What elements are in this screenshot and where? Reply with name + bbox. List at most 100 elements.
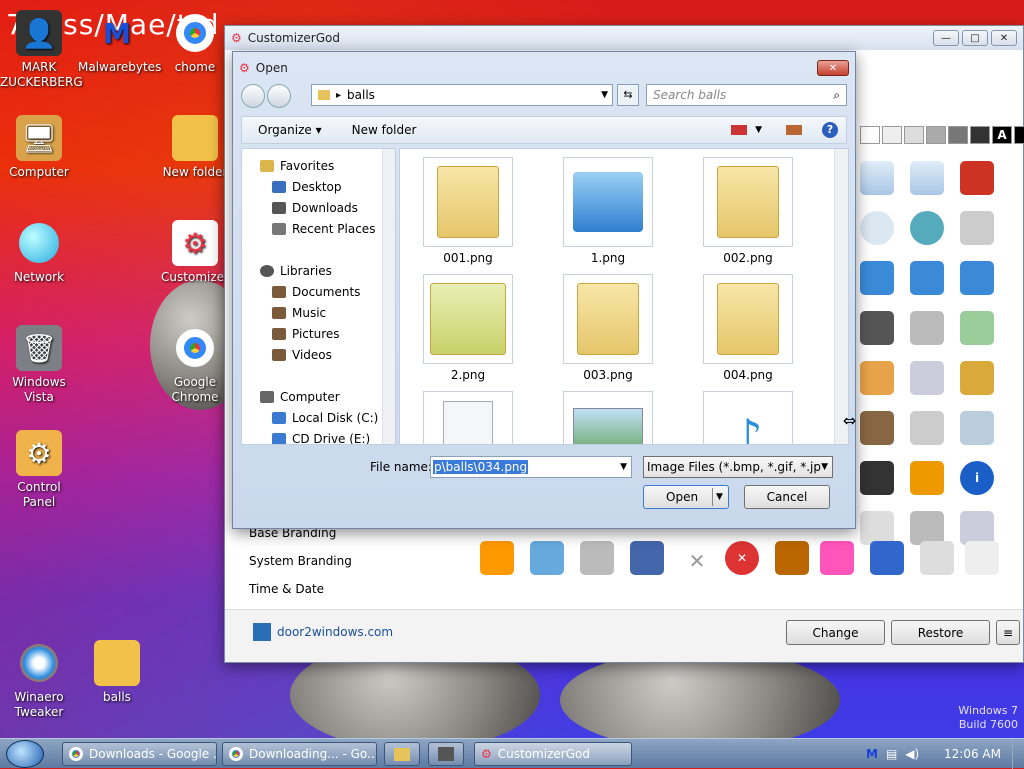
minimize-button[interactable]: —	[933, 30, 959, 46]
desktop-icon-control-panel[interactable]: ⚙ Control Panel	[0, 430, 78, 510]
task-app[interactable]	[428, 742, 464, 766]
slides-icon[interactable]	[910, 461, 944, 495]
drive-icon[interactable]	[580, 541, 614, 575]
desktop-icon-mark-zuckerberg[interactable]: 👤 MARK ZUCKERBERG	[0, 10, 83, 90]
network-icon[interactable]: ▤	[886, 747, 897, 761]
drive-icon[interactable]	[910, 361, 944, 395]
printer-icon[interactable]	[960, 211, 994, 245]
file-item[interactable]	[558, 391, 658, 444]
menu-item-system-branding[interactable]: System Branding	[249, 554, 459, 582]
chevron-down-icon[interactable]: ▼	[601, 90, 608, 100]
open-dialog-titlebar[interactable]: ⚙ Open ✕	[233, 52, 855, 84]
search-input[interactable]: Search balls ⌕	[646, 84, 847, 106]
window-icon[interactable]	[630, 541, 664, 575]
open-button[interactable]: Open ▼	[643, 485, 729, 509]
chevron-down-icon[interactable]: ▼	[755, 125, 762, 135]
nav-documents[interactable]: Documents	[272, 281, 360, 302]
filetype-select[interactable]: Image Files (*.bmp, *.gif, *.jpg, ▼	[643, 456, 833, 478]
open-split-chevron[interactable]: ▼	[712, 488, 726, 506]
clock-icon[interactable]	[860, 211, 894, 245]
malwarebytes-tray-icon[interactable]: M	[866, 747, 878, 761]
new-folder-button[interactable]: New folder	[352, 123, 417, 137]
nav-pictures[interactable]: Pictures	[272, 323, 340, 344]
document-icon[interactable]	[860, 511, 894, 545]
monitor-icon[interactable]	[870, 541, 904, 575]
nav-downloads[interactable]: Downloads	[272, 197, 358, 218]
nav-scrollbar[interactable]	[382, 149, 395, 444]
globe-icon[interactable]	[910, 211, 944, 245]
menu-item-base-branding[interactable]: Base Branding	[249, 526, 459, 554]
maximize-button[interactable]: □	[962, 30, 988, 46]
swatch[interactable]	[926, 126, 946, 144]
computer-icon[interactable]	[910, 511, 944, 545]
nav-libraries[interactable]: Libraries	[260, 260, 332, 281]
preview-pane-icon[interactable]	[786, 125, 802, 135]
scanner-icon[interactable]	[960, 311, 994, 345]
document-icon[interactable]	[920, 541, 954, 575]
nav-computer[interactable]: Computer	[260, 386, 340, 407]
x-icon[interactable]: ✕	[680, 546, 714, 580]
nav-cd-drive[interactable]: CD Drive (E:)	[272, 428, 370, 444]
error-icon[interactable]: ✕	[725, 541, 759, 575]
volume-icon[interactable]: ◀)	[905, 747, 919, 761]
window-icon[interactable]	[960, 511, 994, 545]
close-button[interactable]: ✕	[991, 30, 1017, 46]
help-book-icon[interactable]	[775, 541, 809, 575]
refresh-button[interactable]: ⇆	[617, 84, 639, 106]
file-item[interactable]: 003.png	[558, 274, 658, 382]
close-button[interactable]: ✕	[817, 60, 849, 76]
folder-icon[interactable]	[860, 361, 894, 395]
chess-icon[interactable]	[860, 461, 894, 495]
swatch-text[interactable]: A	[992, 126, 1012, 144]
lock-icon[interactable]	[960, 361, 994, 395]
nav-music[interactable]: Music	[272, 302, 326, 323]
file-item[interactable]: 1.png	[558, 157, 658, 265]
filename-input[interactable]: p\balls\034.png ▼	[430, 456, 632, 478]
icon-cell[interactable]	[910, 161, 944, 195]
pda-icon[interactable]	[480, 541, 514, 575]
nav-local-disk[interactable]: Local Disk (C:)	[272, 407, 378, 428]
photo-icon[interactable]	[860, 411, 894, 445]
text-cursor-icon[interactable]	[530, 541, 564, 575]
menu-button[interactable]: ≡	[996, 620, 1020, 645]
task-downloads-chrome[interactable]: Downloads - Google ...	[62, 742, 217, 766]
file-item[interactable]	[418, 391, 518, 444]
desktop-icon-balls[interactable]: balls	[78, 640, 156, 705]
desktop-icon-network[interactable]: Network	[0, 220, 78, 285]
organize-button[interactable]: Organize ▾	[258, 123, 322, 137]
window-icon[interactable]	[820, 541, 854, 575]
nav-favorites[interactable]: Favorites	[260, 155, 334, 176]
address-bar[interactable]: ▸ balls ▼	[311, 84, 613, 106]
desktop-icon-winaero-tweaker[interactable]: Winaero Tweaker	[0, 640, 78, 720]
desktop-icon-malwarebytes[interactable]: M Malwarebytes	[78, 10, 161, 75]
show-desktop-button[interactable]	[1012, 739, 1024, 769]
swatch[interactable]	[882, 126, 902, 144]
nav-videos[interactable]: Videos	[272, 344, 332, 365]
door2windows-link[interactable]: door2windows.com	[277, 625, 393, 639]
desktop-icon-windows-vista[interactable]: 🗑 Windows Vista	[0, 325, 78, 405]
camera-icon[interactable]	[860, 311, 894, 345]
nav-desktop[interactable]: Desktop	[272, 176, 342, 197]
file-item[interactable]: 001.png	[418, 157, 518, 265]
swatch[interactable]	[948, 126, 968, 144]
restore-button[interactable]: Restore	[891, 620, 990, 645]
file-scrollbar[interactable]	[834, 149, 848, 444]
task-downloading-chrome[interactable]: Downloading... - Go...	[222, 742, 377, 766]
nav-recent-places[interactable]: Recent Places	[272, 218, 375, 239]
back-button[interactable]	[241, 84, 265, 108]
help-icon[interactable]: ?	[822, 122, 838, 138]
swatch[interactable]	[904, 126, 924, 144]
file-item[interactable]: 2.png	[418, 274, 518, 382]
presentation-icon[interactable]	[965, 541, 999, 575]
task-customizergod[interactable]: ⚙ CustomizerGod	[474, 742, 632, 766]
forward-button[interactable]	[267, 84, 291, 108]
swatch[interactable]	[970, 126, 990, 144]
view-options-icon[interactable]	[731, 125, 748, 135]
file-item[interactable]: 002.png	[698, 157, 798, 265]
task-explorer[interactable]	[384, 742, 420, 766]
info-icon[interactable]: i	[960, 461, 994, 495]
start-button[interactable]	[6, 740, 44, 768]
customizergod-titlebar[interactable]: ⚙ CustomizerGod — □ ✕	[225, 26, 1023, 50]
swatch[interactable]	[860, 126, 880, 144]
desktop-icon-google-chrome[interactable]: Google Chrome	[156, 325, 234, 405]
